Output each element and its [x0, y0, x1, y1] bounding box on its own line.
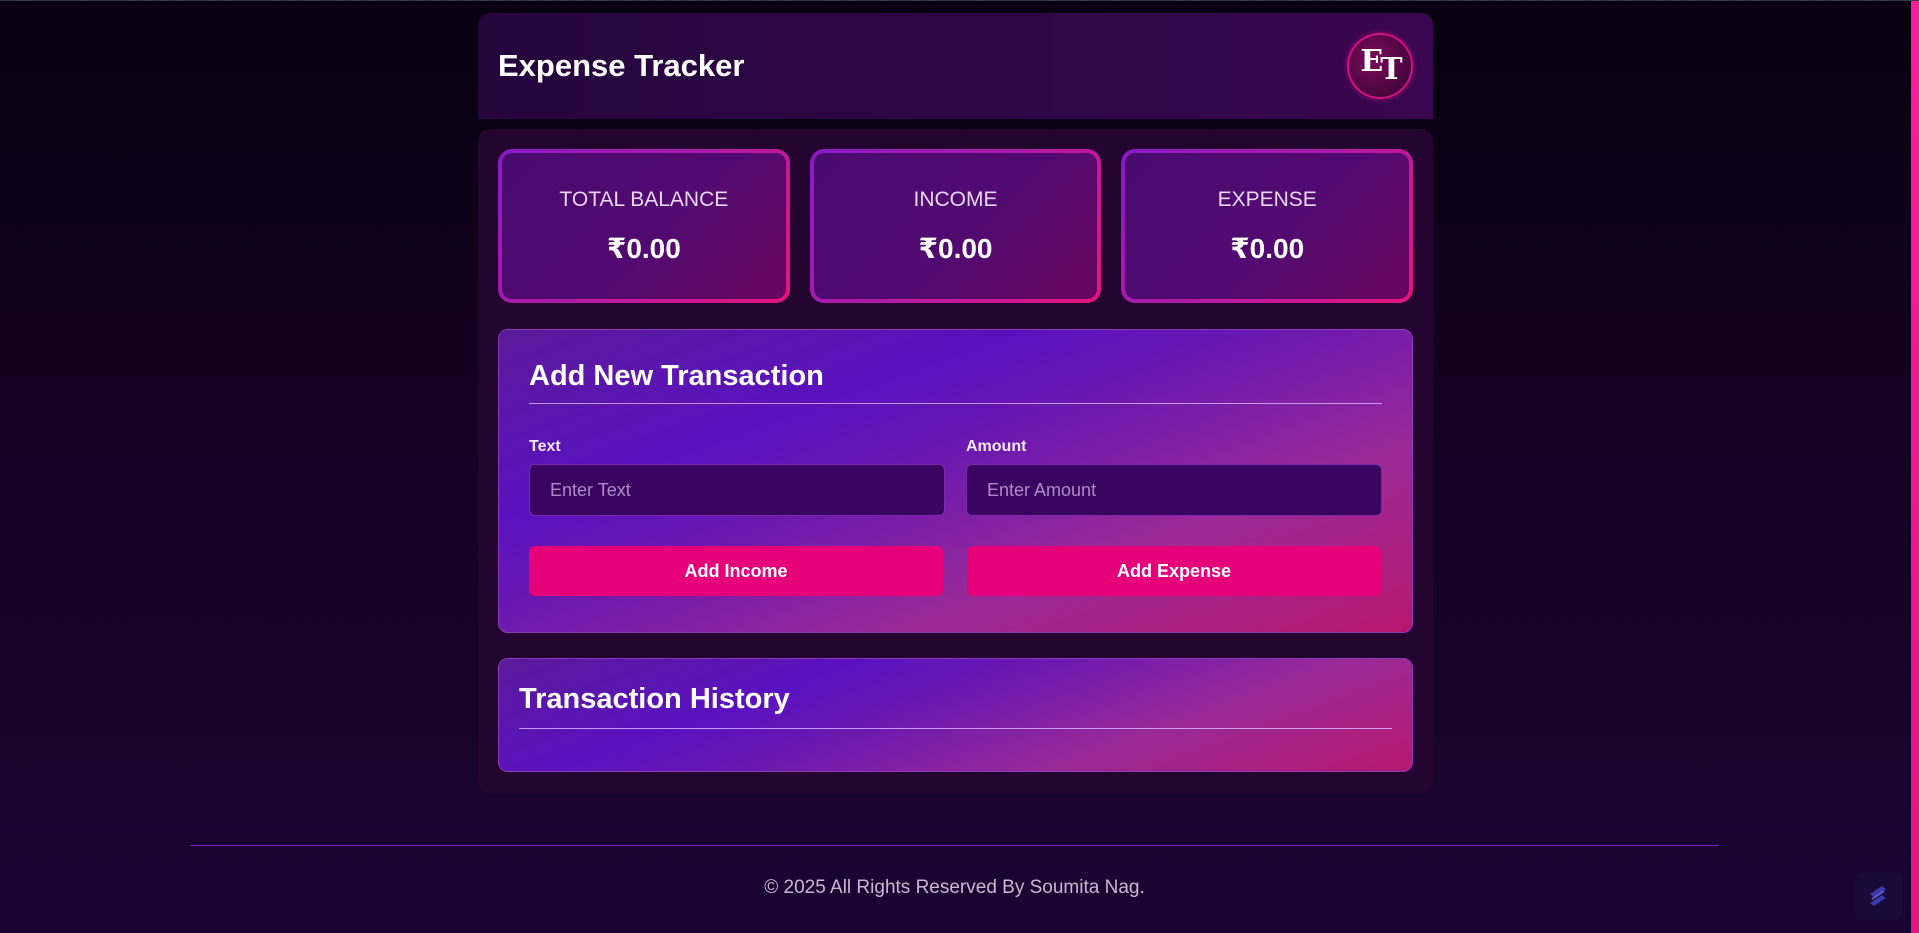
- total-balance-card: TOTAL BALANCE ₹0.00: [498, 149, 790, 303]
- text-field-label: Text: [529, 438, 561, 455]
- footer-copyright: © 2025 All Rights Reserved By Soumita Na…: [764, 877, 1145, 898]
- total-balance-label: TOTAL BALANCE: [559, 187, 729, 211]
- app-container: Expense Tracker ET TOTAL BALANCE ₹0.00 I…: [478, 13, 1433, 793]
- add-transaction-panel: Add New Transaction Text Amount Add Inco…: [498, 329, 1413, 633]
- logo: ET: [1347, 33, 1413, 99]
- logo-letter-e: E: [1360, 43, 1383, 79]
- logo-letter-t: T: [1380, 51, 1402, 87]
- transaction-buttons: Add Income Add Expense: [529, 546, 1382, 596]
- transaction-history-title: Transaction History: [519, 683, 790, 715]
- transaction-history-panel: Transaction History: [498, 658, 1413, 772]
- summary-cards: TOTAL BALANCE ₹0.00 INCOME ₹0.00 EXPENSE…: [498, 149, 1413, 303]
- income-value: ₹0.00: [918, 232, 993, 264]
- add-transaction-divider: [529, 403, 1382, 404]
- stack-icon: [1870, 886, 1886, 906]
- app-title: Expense Tracker: [498, 48, 745, 83]
- total-balance-value: ₹0.00: [606, 232, 681, 264]
- text-input[interactable]: [529, 464, 945, 516]
- expense-label: EXPENSE: [1217, 187, 1317, 211]
- income-card: INCOME ₹0.00: [810, 149, 1102, 303]
- amount-input[interactable]: [966, 464, 1382, 516]
- page-scrollbar[interactable]: [1911, 1, 1919, 933]
- stack-widget-button[interactable]: [1854, 872, 1902, 920]
- main-panel: TOTAL BALANCE ₹0.00 INCOME ₹0.00 EXPENSE…: [478, 129, 1433, 793]
- amount-field-group: Amount: [966, 438, 1382, 516]
- add-expense-button[interactable]: Add Expense: [967, 546, 1381, 596]
- footer-divider: [190, 845, 1719, 846]
- transaction-history-divider: [519, 728, 1392, 729]
- expense-value: ₹0.00: [1230, 232, 1305, 264]
- app-header: Expense Tracker ET: [478, 13, 1433, 119]
- add-income-button[interactable]: Add Income: [529, 546, 943, 596]
- text-field-group: Text: [529, 438, 945, 516]
- income-label: INCOME: [913, 187, 998, 211]
- add-transaction-title: Add New Transaction: [529, 360, 824, 392]
- transaction-fields: Text Amount: [529, 438, 1382, 516]
- expense-card: EXPENSE ₹0.00: [1121, 149, 1413, 303]
- amount-field-label: Amount: [966, 438, 1027, 455]
